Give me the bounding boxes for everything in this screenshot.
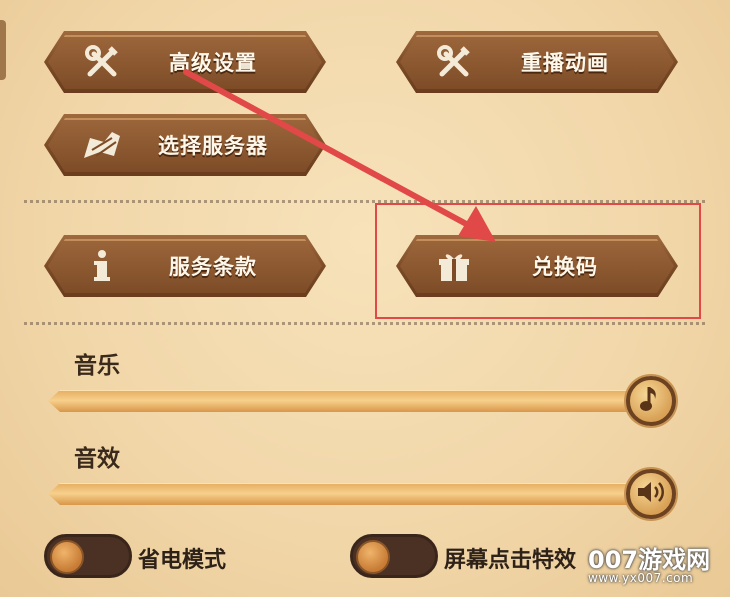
watermark-url: www.yx007.com [588, 571, 694, 585]
watermark-brand: 007游戏网 [588, 546, 711, 574]
watermark: 007游戏网 www.yx007.com [588, 540, 710, 585]
settings-panel: 高级设置 重播动画 选择服务器 服务条款 兑换码 音乐 音效 省电模式 屏幕点击… [0, 0, 730, 597]
annotation-arrow [183, 69, 496, 242]
